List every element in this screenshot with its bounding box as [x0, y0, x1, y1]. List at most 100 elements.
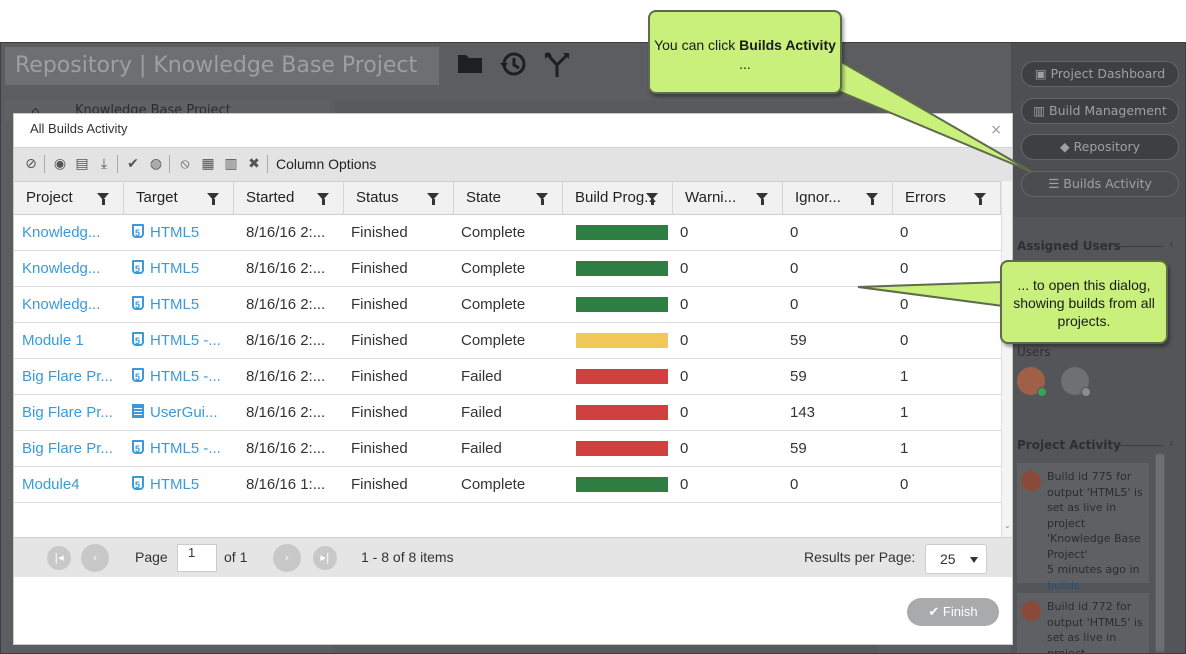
cell-ignored: 59	[790, 368, 807, 385]
build-progress-bar	[576, 261, 668, 276]
filter-icon[interactable]	[974, 193, 986, 205]
build-config-icon[interactable]: ▦	[199, 155, 217, 173]
filter-icon[interactable]	[866, 193, 878, 205]
activity-item: Build id 775 for output 'HTML5' is set a…	[1017, 463, 1149, 592]
build-icon[interactable]: ▥	[222, 155, 240, 173]
scrollbar-thumb[interactable]	[1156, 455, 1164, 651]
cell-warnings: 0	[680, 404, 689, 421]
cell-ignored: 0	[790, 296, 799, 313]
results-per-page-select[interactable]: 25	[925, 544, 987, 574]
filter-icon[interactable]	[97, 193, 109, 205]
page-number-input[interactable]: 1	[177, 544, 217, 572]
build-management-button[interactable]: ▥ Build Management	[1021, 98, 1179, 124]
cell-project[interactable]: Knowledg...	[22, 287, 122, 322]
column-header[interactable]: Project	[14, 182, 124, 214]
sidebar-nav: ▣ Project Dashboard ▥ Build Management ◆…	[1011, 43, 1185, 217]
table-row[interactable]: Module 1 HTML5 -... 8/16/16 2:... Finished C…	[14, 323, 1001, 359]
page-label: Page	[135, 549, 168, 565]
column-header[interactable]: Started	[234, 182, 344, 214]
table-row[interactable]: Big Flare Pr... UserGui... 8/16/16 2:... Fi…	[14, 395, 1001, 431]
table-row[interactable]: Knowledg... HTML5 8/16/16 2:... Finished Com…	[14, 251, 1001, 287]
cell-target[interactable]: HTML5 -...	[132, 323, 232, 358]
project-activity-header: Project Activity ‹	[1017, 436, 1174, 452]
disable-icon[interactable]: ⦸	[176, 155, 194, 173]
cell-errors: 0	[900, 332, 909, 349]
cell-status: Finished	[351, 404, 408, 421]
column-header[interactable]: Ignor...	[783, 182, 893, 214]
cancel-build-icon[interactable]: ⊘	[22, 155, 45, 173]
column-header[interactable]: State	[454, 182, 563, 214]
column-header[interactable]: Target	[124, 182, 234, 214]
cell-project[interactable]: Big Flare Pr...	[22, 431, 122, 466]
merge-branch-icon[interactable]	[543, 51, 573, 79]
next-page-icon[interactable]: ›	[273, 544, 301, 572]
build-progress-bar	[576, 405, 668, 420]
filter-icon[interactable]	[427, 193, 439, 205]
close-icon[interactable]: ×	[990, 122, 1002, 138]
finish-button[interactable]: ✔ Finish	[907, 598, 999, 626]
publish-globe-icon[interactable]: ◍	[147, 155, 170, 173]
avatar[interactable]	[1017, 367, 1047, 397]
table-row[interactable]: Module4 HTML5 8/16/16 1:... Finished Complet…	[14, 467, 1001, 503]
cell-status: Finished	[351, 476, 408, 493]
collapse-chevron-icon[interactable]: ‹	[1169, 237, 1174, 251]
results-per-page-label: Results per Page:	[804, 549, 916, 565]
cell-project[interactable]: Knowledg...	[22, 215, 122, 250]
cell-target[interactable]: HTML5 -...	[132, 359, 232, 394]
download-icon[interactable]: ⤓	[95, 155, 118, 173]
filter-icon[interactable]	[317, 193, 329, 205]
view-icon[interactable]: ◉	[51, 155, 69, 173]
clipboard-icon[interactable]: ▤	[73, 155, 91, 173]
column-header[interactable]: Errors	[893, 182, 1001, 214]
delete-icon[interactable]: ✖	[245, 155, 268, 173]
column-header[interactable]: Build Prog...	[563, 182, 673, 214]
cell-target[interactable]: HTML5	[132, 251, 232, 286]
column-header[interactable]: Status	[344, 182, 454, 214]
cell-target[interactable]: UserGui...	[132, 395, 232, 430]
cell-project[interactable]: Big Flare Pr...	[22, 359, 122, 394]
cell-project[interactable]: Knowledg...	[22, 251, 122, 286]
table-row[interactable]: Big Flare Pr... HTML5 -... 8/16/16 2:... Fi…	[14, 431, 1001, 467]
table-row[interactable]: Knowledg... HTML5 8/16/16 2:... Finished Com…	[14, 287, 1001, 323]
grid-toolbar: ⊘ ◉ ▤ ⤓ ✔ ◍ ⦸ ▦ ▥ ✖ Column Options	[14, 147, 1012, 181]
checkmark-icon[interactable]: ✔	[124, 155, 142, 173]
collapse-chevron-icon[interactable]: ‹	[1169, 436, 1174, 450]
last-page-icon[interactable]: ▸|	[313, 546, 337, 570]
sidebar-scrollbar[interactable]	[1155, 453, 1165, 653]
folder-icon[interactable]	[457, 51, 487, 79]
cell-target[interactable]: HTML5	[132, 467, 232, 502]
repository-icon: ◆	[1059, 139, 1074, 154]
cell-project[interactable]: Big Flare Pr...	[22, 395, 122, 430]
cell-status: Finished	[351, 368, 408, 385]
users-label: Users	[1017, 345, 1051, 359]
column-header[interactable]: Warni...	[673, 182, 783, 214]
activity-link[interactable]: builds	[1047, 579, 1080, 592]
column-options-button[interactable]: Column Options	[276, 156, 376, 172]
filter-icon[interactable]	[756, 193, 768, 205]
cell-target[interactable]: HTML5	[132, 215, 232, 250]
table-row[interactable]: Big Flare Pr... HTML5 -... 8/16/16 2:... Fi…	[14, 359, 1001, 395]
repository-button[interactable]: ◆ Repository	[1021, 134, 1179, 160]
cell-state: Failed	[461, 440, 502, 457]
table-row[interactable]: Knowledg... HTML5 8/16/16 2:... Finished Com…	[14, 215, 1001, 251]
section-divider	[1119, 246, 1163, 247]
filter-icon[interactable]	[536, 193, 548, 205]
filter-icon[interactable]	[646, 193, 658, 205]
builds-activity-button[interactable]: ☰ Builds Activity	[1021, 171, 1179, 197]
first-page-icon[interactable]: |◂	[47, 546, 71, 570]
items-count: 1 - 8 of 8 items	[361, 549, 454, 565]
history-icon[interactable]	[499, 51, 529, 79]
cell-project[interactable]: Module 1	[22, 323, 122, 358]
cell-target[interactable]: HTML5 -...	[132, 431, 232, 466]
cell-target[interactable]: HTML5	[132, 287, 232, 322]
cell-state: Complete	[461, 260, 526, 277]
filter-icon[interactable]	[207, 193, 219, 205]
cell-warnings: 0	[680, 224, 689, 241]
grid-scrollbar[interactable]: ⌃ ⌄	[1001, 181, 1012, 537]
scroll-down-icon[interactable]: ⌄	[1004, 521, 1011, 530]
project-dashboard-button[interactable]: ▣ Project Dashboard	[1021, 61, 1179, 87]
previous-page-icon[interactable]: ‹	[81, 544, 109, 572]
callout-builds-activity: You can click Builds Activity ...	[648, 10, 842, 94]
cell-project[interactable]: Module4	[22, 467, 122, 502]
avatar[interactable]	[1061, 367, 1091, 397]
